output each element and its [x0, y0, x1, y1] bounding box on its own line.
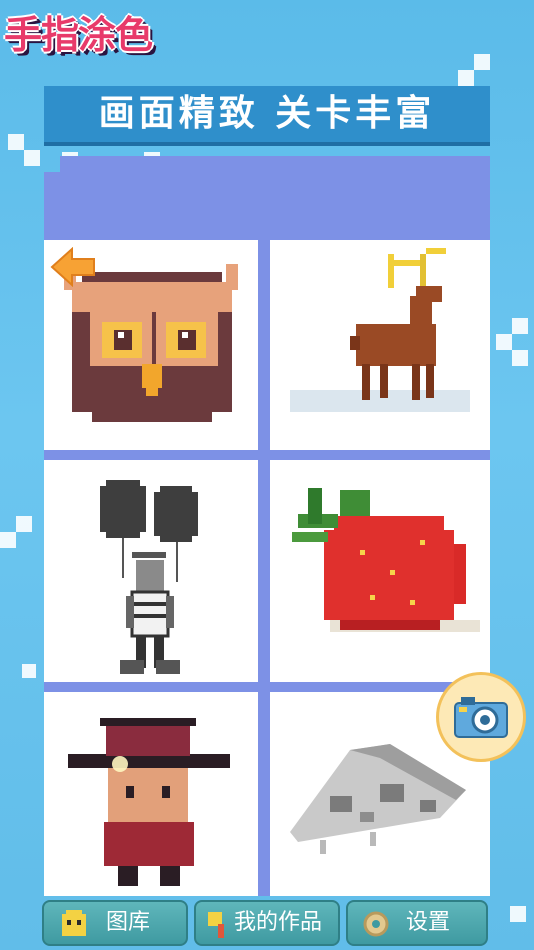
gallery-item-hat-man[interactable]: [44, 692, 258, 896]
camera-button[interactable]: [436, 672, 526, 762]
app-logo: 手指涂色: [4, 13, 153, 57]
tab-settings[interactable]: 设置: [346, 900, 488, 946]
gallery-panel-header: [44, 172, 490, 240]
paintbrush-icon: [208, 912, 224, 938]
strawberry-artwork: [292, 488, 480, 632]
decor-pixel: [512, 350, 528, 366]
decor-pixel: [24, 150, 40, 166]
decor-pixel: [8, 134, 24, 150]
gallery-item-deer[interactable]: [270, 240, 490, 450]
camera-icon: [454, 697, 508, 738]
back-arrow-icon[interactable]: [50, 247, 96, 287]
deer-artwork: [290, 248, 470, 412]
balloon-boy-artwork: [100, 480, 198, 674]
tab-my-works[interactable]: 我的作品: [194, 900, 340, 946]
gallery-item-strawberry[interactable]: [270, 460, 490, 682]
tab-settings-label: 设置: [406, 910, 451, 935]
gallery-grid: [44, 240, 490, 896]
banner-title: 画面精致 关卡丰富: [98, 93, 436, 134]
hat-man-artwork: [68, 718, 230, 886]
gear-icon: [363, 911, 389, 937]
panel-edge: [60, 156, 490, 172]
decor-pixel: [22, 664, 36, 678]
decor-pixel: [458, 70, 474, 86]
tab-gallery[interactable]: 图库: [42, 900, 188, 946]
tab-my-works-label: 我的作品: [234, 910, 323, 935]
decor-pixel: [0, 532, 16, 548]
ghost-icon: [62, 910, 86, 936]
decor-pixel: [496, 334, 512, 350]
decor-pixel: [512, 318, 528, 334]
decor-pixel: [474, 54, 490, 70]
tab-gallery-label: 图库: [106, 910, 151, 935]
bottom-nav: 图库 我的作品 设置: [0, 896, 534, 950]
gallery-item-balloon-boy[interactable]: [44, 460, 258, 682]
decor-pixel: [16, 516, 32, 532]
promo-banner: 画面精致 关卡丰富: [44, 86, 490, 146]
